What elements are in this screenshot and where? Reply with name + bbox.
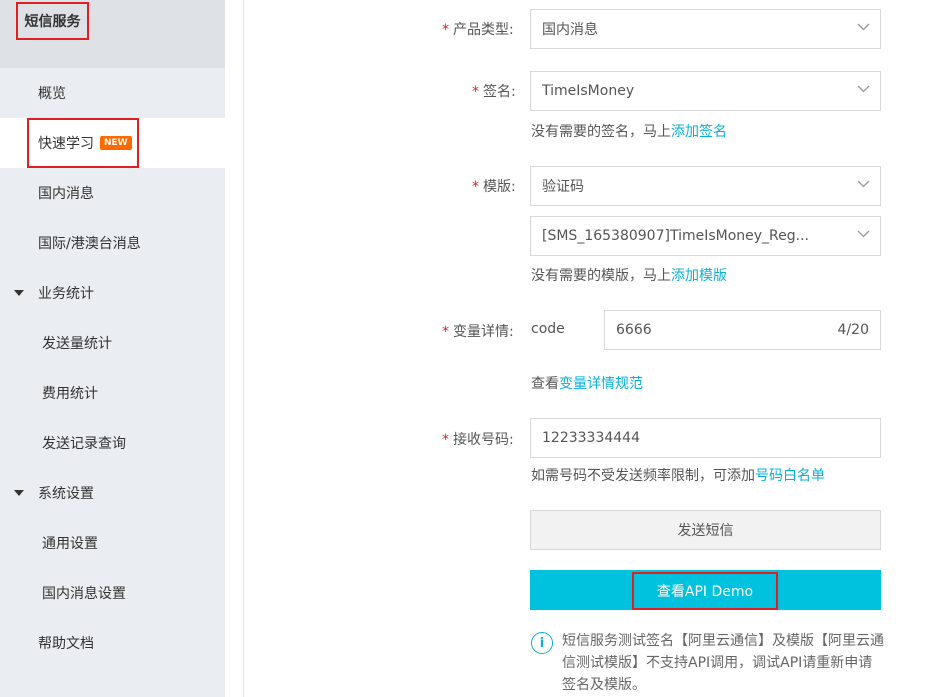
variables-hint: 查看变量详情规范 <box>531 376 643 392</box>
phone-input[interactable]: 12233334444 <box>530 418 881 458</box>
chevron-down-icon <box>857 180 870 188</box>
sidebar-item-label: 通用设置 <box>42 536 98 552</box>
sidebar-item-domestic-messages[interactable]: 国内消息 <box>0 168 225 218</box>
phone-label: * 接收号码: <box>442 432 514 448</box>
sidebar-item-label: 系统设置 <box>38 486 94 502</box>
api-notice: 短信服务测试签名【阿里云通信】及模版【阿里云通信测试模版】不支持API调用，调试… <box>562 633 884 693</box>
sidebar-item-send-volume-stats[interactable]: 发送量统计 <box>0 318 225 368</box>
sidebar-item-help-docs[interactable]: 帮助文档 <box>0 618 225 668</box>
sidebar-group-system-settings[interactable]: 系统设置 <box>0 468 225 518</box>
sidebar-item-domestic-message-settings[interactable]: 国内消息设置 <box>0 568 225 618</box>
sidebar-item-label: 国际/港澳台消息 <box>38 236 141 252</box>
signature-select[interactable]: TimeIsMoney <box>530 71 881 111</box>
required-star: * <box>472 84 479 100</box>
sidebar: 短信服务 概览 快速学习 NEW 国内消息 国际/港澳台消息 业务统计 发送量统… <box>0 0 225 697</box>
char-counter: 4/20 <box>837 322 869 338</box>
content-divider <box>243 0 244 697</box>
sidebar-item-label: 国内消息 <box>38 186 94 202</box>
sidebar-header: 短信服务 <box>0 0 225 68</box>
api-demo-button-label[interactable]: 查看API Demo <box>632 572 778 610</box>
sidebar-item-cost-stats[interactable]: 费用统计 <box>0 368 225 418</box>
variable-name: code <box>531 321 565 337</box>
sidebar-item-overview[interactable]: 概览 <box>0 68 225 118</box>
required-star: * <box>472 179 479 195</box>
sidebar-item-label: 概览 <box>38 86 66 102</box>
template-hint: 没有需要的模版，马上添加模版 <box>531 268 727 284</box>
phone-value: 12233334444 <box>542 430 640 446</box>
add-template-link[interactable]: 添加模版 <box>671 268 727 284</box>
required-star: * <box>442 22 449 38</box>
signature-label: * 签名: <box>472 84 516 100</box>
add-signature-link[interactable]: 添加签名 <box>671 124 727 140</box>
chevron-down-icon <box>857 23 870 31</box>
sidebar-item-label: 国内消息设置 <box>42 586 126 602</box>
phone-hint: 如需号码不受发送频率限制，可添加号码白名单 <box>531 468 825 484</box>
variable-value: 6666 <box>616 322 652 338</box>
template-label: * 模版: <box>472 179 516 195</box>
sidebar-item-label: 发送量统计 <box>42 336 112 352</box>
template-select[interactable]: [SMS_165380907]TimeIsMoney_Reg... <box>530 216 881 256</box>
sidebar-item-send-records[interactable]: 发送记录查询 <box>0 418 225 468</box>
sidebar-item-label: 发送记录查询 <box>42 436 126 452</box>
sidebar-item-label: 帮助文档 <box>38 636 94 652</box>
variables-label: * 变量详情: <box>442 324 514 340</box>
template-value: [SMS_165380907]TimeIsMoney_Reg... <box>542 228 809 244</box>
variable-spec-link[interactable]: 变量详情规范 <box>559 376 643 392</box>
product-type-value: 国内消息 <box>542 22 598 38</box>
variable-value-input[interactable]: 6666 4/20 <box>604 310 881 350</box>
highlight-box <box>27 118 139 168</box>
signature-value: TimeIsMoney <box>542 83 635 99</box>
signature-hint: 没有需要的签名，马上添加签名 <box>531 124 727 140</box>
product-type-select[interactable]: 国内消息 <box>530 9 881 49</box>
required-star: * <box>442 324 449 340</box>
caret-down-icon <box>14 290 24 296</box>
caret-down-icon <box>14 490 24 496</box>
whitelist-link[interactable]: 号码白名单 <box>755 468 825 484</box>
template-type-select[interactable]: 验证码 <box>530 166 881 206</box>
required-star: * <box>442 432 449 448</box>
sidebar-item-international-messages[interactable]: 国际/港澳台消息 <box>0 218 225 268</box>
template-type-value: 验证码 <box>542 179 584 195</box>
sidebar-title[interactable]: 短信服务 <box>16 2 89 40</box>
sidebar-item-label: 费用统计 <box>42 386 98 402</box>
info-icon: i <box>531 632 553 654</box>
chevron-down-icon <box>857 85 870 93</box>
send-sms-button[interactable]: 发送短信 <box>530 510 881 550</box>
product-type-label: * 产品类型: <box>442 22 514 38</box>
sidebar-item-general-settings[interactable]: 通用设置 <box>0 518 225 568</box>
sidebar-item-label: 业务统计 <box>38 286 94 302</box>
chevron-down-icon <box>857 230 870 238</box>
sidebar-group-business-stats[interactable]: 业务统计 <box>0 268 225 318</box>
